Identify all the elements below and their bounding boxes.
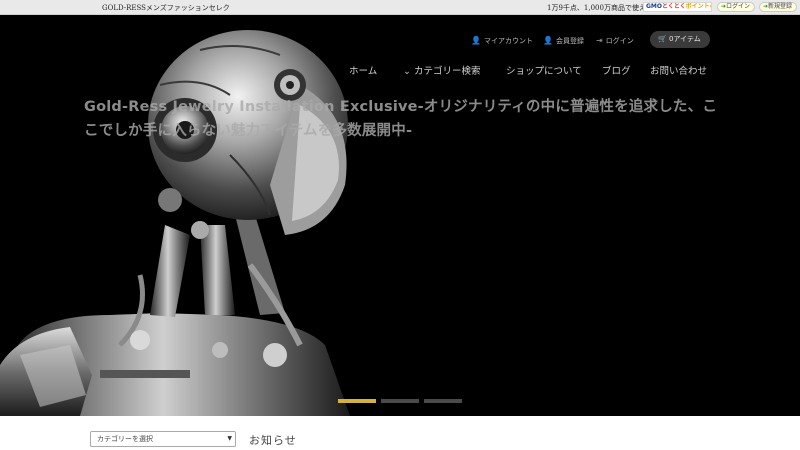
gmo-badge-part-a: GMO <box>646 3 662 10</box>
slider-dot-1[interactable] <box>338 399 376 403</box>
member-register-link[interactable]: 👤 会員登録 <box>543 36 584 46</box>
dropdown-arrow-icon: ▼ <box>227 435 232 442</box>
nav-home[interactable]: ホーム <box>349 63 377 77</box>
top-bar: GOLD-RESSメンズファッションセレク 1万9千点、1,000万商品で使える… <box>0 0 800 15</box>
nav-category-search[interactable]: ⌄ カテゴリー検索 <box>403 63 480 77</box>
sign-in-icon: ⇥ <box>596 36 603 45</box>
promo-text: 1万9千点、1,000万商品で使える <box>547 4 653 12</box>
slider-dot-2[interactable] <box>381 399 419 403</box>
shop-name[interactable]: GOLD-RESSメンズファッションセレク <box>102 3 230 13</box>
cart-icon: 🛒 <box>658 35 667 43</box>
category-select-value: カテゴリーを選択 <box>97 435 153 443</box>
top-register-label: 新規登録 <box>768 3 793 10</box>
plus-circle-icon: ⊕ <box>710 3 711 10</box>
nav-about-shop[interactable]: ショップについて <box>506 63 582 77</box>
header-login-label: ログイン <box>605 37 634 45</box>
nav-blog[interactable]: ブログ <box>602 63 631 77</box>
top-login-label: ログイン <box>726 3 751 10</box>
nav-category-label: カテゴリー検索 <box>413 66 481 77</box>
header-login-link[interactable]: ⇥ ログイン <box>596 36 634 46</box>
gmo-badge-part-c: ポイント <box>685 3 710 10</box>
slider-dots <box>338 399 464 404</box>
top-register-button[interactable]: ➜新規登録 <box>759 2 797 12</box>
news-heading: お知らせ <box>249 434 297 447</box>
my-account-label: マイアカウント <box>483 37 533 45</box>
hero-tagline: Gold-Ress Jewelry Installation Exclusive… <box>84 99 718 139</box>
user-plus-icon: 👤 <box>543 36 553 45</box>
cart-label: 0アイテム <box>668 35 701 43</box>
hero-banner: 👤 マイアカウント 👤 会員登録 ⇥ ログイン 🛒 0アイテム ホーム ⌄ カテゴリー検… <box>0 15 800 416</box>
user-icon: 👤 <box>471 36 481 45</box>
gmo-point-badge[interactable]: GMOとくとくポイント⊕ <box>643 2 712 12</box>
nav-contact[interactable]: お問い合わせ <box>650 63 707 77</box>
category-select[interactable]: カテゴリーを選択 ▼ <box>90 431 236 447</box>
main-content: カテゴリーを選択 ▼ お知らせ <box>0 416 800 450</box>
gmo-badge-part-b: とくとく <box>662 3 686 10</box>
slider-dot-3[interactable] <box>424 399 462 403</box>
chevron-down-icon: ⌄ <box>403 66 411 77</box>
member-register-label: 会員登録 <box>555 37 584 45</box>
top-login-button[interactable]: ➜ログイン <box>717 2 755 12</box>
cart-button[interactable]: 🛒 0アイテム <box>650 31 710 48</box>
my-account-link[interactable]: 👤 マイアカウント <box>471 36 533 46</box>
